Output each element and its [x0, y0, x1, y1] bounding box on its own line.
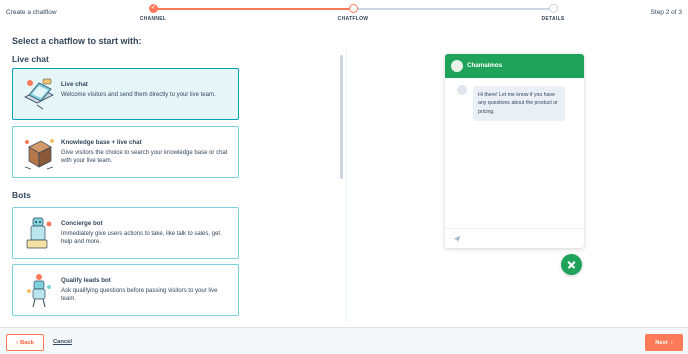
- progress-line-remaining: [353, 8, 553, 10]
- back-button[interactable]: ‹ Back: [6, 334, 44, 351]
- chevron-right-icon: ›: [670, 339, 673, 346]
- next-button[interactable]: Next ›: [645, 334, 683, 351]
- send-icon: [453, 235, 461, 243]
- card-live-chat[interactable]: Live chat Welcome visitors and send them…: [12, 68, 239, 120]
- back-button-label: Back: [20, 339, 34, 346]
- page-title: Select a chatflow to start with:: [12, 36, 142, 46]
- section-title-live-chat: Live chat: [12, 54, 49, 64]
- card-description: Welcome visitors and send them directly …: [61, 92, 216, 98]
- close-chat-icon: [561, 254, 582, 275]
- step-label-details: DETAILS: [541, 16, 565, 22]
- wizard-header: Create a chatflow CHANNEL CHATFLOW DETAI…: [0, 0, 688, 27]
- card-title: Live chat: [61, 81, 88, 88]
- chatflow-list[interactable]: Live chat Live chat Welcome visitors and…: [0, 49, 346, 321]
- breadcrumb: Create a chatflow: [6, 9, 57, 16]
- message-avatar-icon: [457, 85, 467, 95]
- card-title: Concierge bot: [61, 220, 103, 227]
- step-label-channel: CHANNEL: [139, 16, 167, 22]
- panel-divider: [346, 49, 347, 321]
- chat-preview-window: Chamaimos Hi there! Let me know if you h…: [445, 54, 584, 248]
- next-button-label: Next: [655, 339, 668, 346]
- progress-line-completed: [153, 8, 353, 10]
- knowledge-base-box-icon: [24, 139, 54, 170]
- concierge-bot-icon: [26, 217, 52, 249]
- section-title-bots: Bots: [12, 190, 31, 200]
- wizard-footer: ‹ Back Cancel Next ›: [0, 327, 688, 354]
- card-concierge-bot[interactable]: Concierge bot Immediately give users act…: [12, 207, 239, 259]
- laptop-chat-icon: [24, 78, 54, 110]
- chevron-left-icon: ‹: [16, 339, 19, 346]
- cancel-link[interactable]: Cancel: [53, 339, 72, 345]
- chat-name: Chamaimos: [467, 62, 503, 69]
- step-details-dot: [549, 4, 558, 13]
- list-scrollbar[interactable]: [340, 55, 343, 179]
- card-description: Ask qualifying questions before passing …: [61, 288, 218, 303]
- step-label-chatflow: CHATFLOW: [337, 16, 369, 22]
- qualify-leads-bot-icon: [27, 274, 51, 308]
- card-title: Knowledge base + live chat: [61, 139, 142, 146]
- step-channel-check-icon: [149, 3, 158, 13]
- card-description: Give visitors the choice to search your …: [61, 150, 228, 165]
- card-qualify-leads-bot[interactable]: Qualify leads bot Ask qualifying questio…: [12, 264, 239, 316]
- chat-input-area: [445, 228, 584, 248]
- chat-message-bubble: Hi there! Let me know if you have any qu…: [473, 86, 565, 121]
- step-indicator: Step 2 of 3: [650, 9, 682, 16]
- card-description: Immediately give users actions to take, …: [61, 231, 221, 246]
- chat-avatar-icon: [451, 60, 463, 72]
- card-knowledge-base-live-chat[interactable]: Knowledge base + live chat Give visitors…: [12, 126, 239, 178]
- chat-header: Chamaimos: [445, 54, 584, 78]
- step-chatflow-dot: [349, 4, 358, 13]
- card-title: Qualify leads bot: [61, 277, 111, 284]
